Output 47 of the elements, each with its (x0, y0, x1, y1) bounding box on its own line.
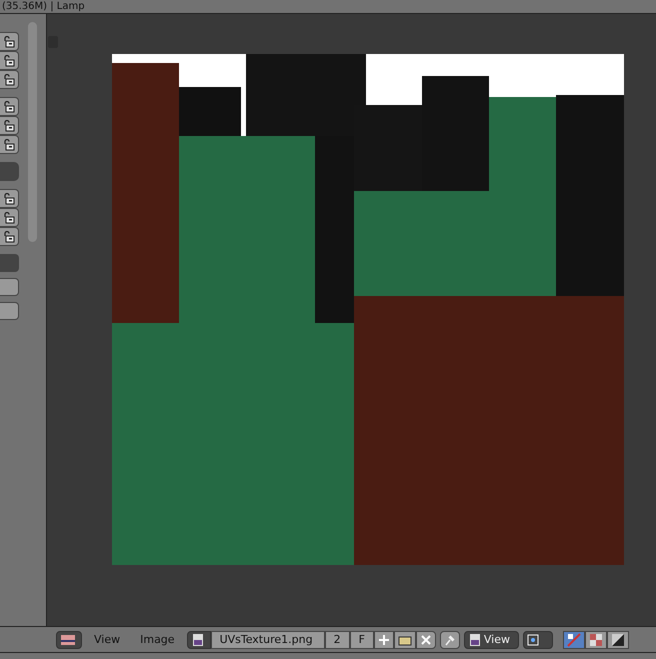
close-icon (420, 634, 432, 646)
lock-icon (3, 54, 15, 66)
panel-button[interactable] (0, 302, 19, 320)
lock-toggle[interactable] (0, 70, 19, 89)
new-image-button[interactable] (374, 630, 394, 648)
window-title: (35.36M) | Lamp (1, 0, 85, 13)
lock-toggle[interactable] (0, 189, 19, 208)
lock-toggle[interactable] (0, 135, 19, 154)
display-dropdown[interactable]: View (464, 630, 519, 648)
lock-toggle[interactable] (0, 97, 19, 116)
editor-type-icon (60, 634, 78, 646)
pin-button[interactable] (440, 630, 460, 648)
alpha-icon (610, 632, 626, 648)
lock-icon (3, 74, 15, 86)
fake-user-button[interactable]: F (350, 630, 374, 648)
menu-item[interactable]: View (86, 633, 128, 646)
folder-icon (398, 634, 412, 646)
lock-icon (3, 212, 15, 224)
checker-icon (588, 632, 604, 648)
users-count[interactable]: 2 (324, 630, 350, 648)
pivot-dropdown[interactable] (523, 630, 553, 648)
lock-toggle[interactable] (0, 227, 19, 246)
open-image-button[interactable] (394, 630, 416, 648)
lock-icon (3, 230, 15, 242)
menu-item[interactable]: Image (132, 633, 183, 646)
plus-icon (378, 634, 390, 646)
image-icon (468, 632, 482, 646)
image-name-field[interactable]: UVsTexture1.png (210, 630, 325, 648)
uv-icon (566, 632, 582, 648)
lock-toggle[interactable] (0, 51, 19, 70)
editor-type-button[interactable] (56, 630, 82, 648)
lock-icon (3, 192, 15, 204)
pivot-icon (527, 634, 539, 646)
display-toggle[interactable] (585, 630, 607, 648)
lock-icon (3, 138, 15, 150)
lock-toggle[interactable] (0, 116, 19, 135)
lock-toggle[interactable] (0, 32, 19, 51)
image-browse-button[interactable] (186, 630, 211, 648)
display-toggle[interactable] (563, 630, 585, 648)
lock-icon (3, 120, 15, 132)
lock-toggle[interactable] (0, 208, 19, 227)
panel-button[interactable] (0, 278, 19, 296)
unlink-button[interactable] (416, 630, 436, 648)
lock-icon (3, 36, 15, 48)
scrollbar[interactable] (28, 22, 37, 242)
display-toggle[interactable] (607, 630, 629, 648)
lock-icon (3, 100, 15, 112)
